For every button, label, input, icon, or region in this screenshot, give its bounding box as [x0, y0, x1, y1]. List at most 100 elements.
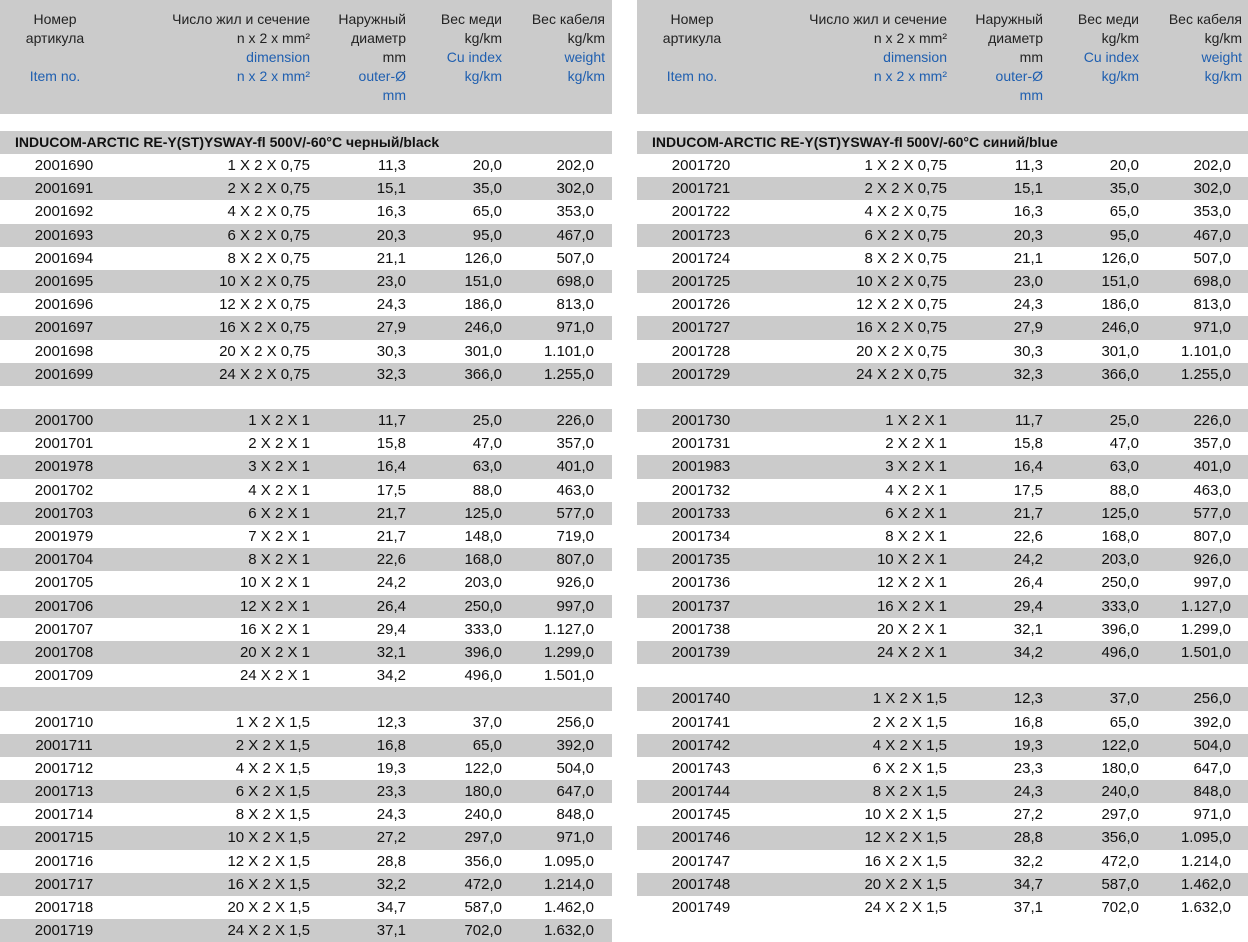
outer-diameter-cell: 27,9: [376, 319, 406, 337]
cu-index-cell: 35,0: [1109, 180, 1139, 198]
header-col1: Номер артикула Item no.: [637, 0, 747, 114]
item-number-cell: 2001731: [671, 435, 731, 453]
cable-weight-cell: 353,0: [1193, 203, 1231, 221]
item-number-cell: 2001702: [34, 481, 94, 499]
cable-weight-cell: 698,0: [1193, 272, 1231, 290]
header-label-en: kg/km: [567, 68, 605, 84]
cable-weight-cell: 353,0: [556, 203, 594, 221]
item-number-cell: 2001745: [671, 806, 731, 824]
table-row: 2001727 16 X 2 X 0,75 27,9 246,0 971,0: [637, 316, 1248, 340]
item-number-cell: 2001978: [34, 458, 94, 476]
cu-index-cell: 25,0: [1109, 412, 1139, 430]
header-label-en: kg/km: [1101, 68, 1139, 84]
outer-diameter-cell: 20,3: [376, 226, 406, 244]
table-row: 2001732 4 X 2 X 1 17,5 88,0 463,0: [637, 479, 1248, 502]
cu-index-cell: 65,0: [1109, 713, 1139, 731]
cu-index-cell: 88,0: [472, 481, 502, 499]
item-number-cell: 2001730: [671, 412, 731, 430]
cu-index-cell: 496,0: [464, 667, 502, 685]
cu-index-cell: 297,0: [1101, 806, 1139, 824]
spacer-row: [0, 386, 612, 409]
item-number-cell: 2001721: [671, 180, 731, 198]
outer-diameter-cell: 26,4: [376, 597, 406, 615]
cu-index-cell: 65,0: [472, 203, 502, 221]
table-row: 2001743 6 X 2 X 1,5 23,3 180,0 647,0: [637, 757, 1248, 780]
dimension-cell: 8 X 2 X 1,5: [235, 806, 310, 824]
cable-weight-cell: 698,0: [556, 272, 594, 290]
cable-weight-cell: 467,0: [1193, 226, 1231, 244]
cu-index-cell: 366,0: [1101, 365, 1139, 383]
item-number-cell: 2001711: [35, 736, 93, 754]
item-number-cell: 2001699: [34, 365, 94, 383]
cu-index-cell: 396,0: [464, 643, 502, 661]
cu-index-cell: 95,0: [1109, 226, 1139, 244]
dimension-cell: 6 X 2 X 1,5: [872, 759, 947, 777]
item-number-cell: 2001722: [671, 203, 731, 221]
table-row: 2001692 4 X 2 X 0,75 16,3 65,0 353,0: [0, 200, 612, 223]
table-row: 2001693 6 X 2 X 0,75 20,3 95,0 467,0: [0, 223, 612, 247]
cable-weight-cell: 1.127,0: [543, 620, 594, 638]
cu-index-cell: 297,0: [464, 829, 502, 847]
item-number-cell: 2001983: [671, 458, 731, 476]
cu-index-cell: 301,0: [464, 342, 502, 360]
item-number-cell: 2001695: [34, 272, 94, 290]
cable-weight-cell: 1.127,0: [1180, 597, 1231, 615]
cable-weight-cell: 226,0: [556, 412, 594, 430]
table-row: 2001746 12 X 2 X 1,5 28,8 356,0 1.095,0: [637, 826, 1248, 850]
outer-diameter-cell: 23,0: [1013, 272, 1043, 290]
header-label-en: Cu index: [446, 49, 502, 65]
table-row: 2001691 2 X 2 X 0,75 15,1 35,0 302,0: [0, 177, 612, 201]
header-label-ru: kg/km: [464, 30, 502, 46]
dimension-cell: 7 X 2 X 1: [248, 528, 310, 545]
dimension-cell: 16 X 2 X 1: [239, 620, 310, 638]
dimension-cell: 4 X 2 X 1,5: [872, 736, 947, 754]
cu-index-cell: 126,0: [464, 249, 502, 267]
outer-diameter-cell: 23,3: [376, 783, 406, 801]
dimension-cell: 4 X 2 X 1: [885, 481, 947, 499]
dimension-cell: 4 X 2 X 0,75: [227, 203, 310, 221]
cu-index-cell: 366,0: [464, 365, 502, 383]
outer-diameter-cell: 16,4: [1013, 458, 1043, 476]
dimension-cell: 3 X 2 X 1: [885, 458, 947, 476]
spacer-row: [637, 386, 1248, 409]
cable-weight-cell: 1.214,0: [543, 875, 594, 893]
header-label-ru: kg/km: [567, 30, 605, 46]
dimension-cell: 20 X 2 X 1,5: [864, 875, 947, 893]
header-label-en: Cu index: [1083, 49, 1139, 65]
item-number-cell: 2001690: [34, 157, 94, 174]
cable-weight-cell: 1.299,0: [1180, 620, 1231, 638]
header-label-en: outer-Ø: [995, 68, 1043, 84]
table-row: 2001716 12 X 2 X 1,5 28,8 356,0 1.095,0: [0, 850, 612, 873]
cable-weight-cell: 256,0: [1193, 690, 1231, 708]
item-number-cell: 2001747: [671, 852, 731, 870]
dimension-cell: 8 X 2 X 1: [248, 551, 310, 569]
outer-diameter-cell: 20,3: [1013, 226, 1043, 244]
outer-diameter-cell: 22,6: [1013, 528, 1043, 545]
outer-diameter-cell: 21,1: [376, 249, 406, 267]
table-row: 2001710 1 X 2 X 1,5 12,3 37,0 256,0: [0, 711, 612, 734]
outer-diameter-cell: 24,3: [376, 296, 406, 314]
header-label-ru: диаметр: [351, 30, 406, 46]
item-number-cell: 2001720: [671, 157, 731, 174]
header-label-ru: kg/km: [1204, 30, 1242, 46]
cable-weight-cell: 302,0: [556, 180, 594, 198]
cu-index-cell: 587,0: [1101, 875, 1139, 893]
item-number-cell: 2001714: [34, 806, 94, 824]
dimension-cell: 2 X 2 X 1,5: [235, 736, 310, 754]
table-row: 2001983 3 X 2 X 1 16,4 63,0 401,0: [637, 455, 1248, 479]
cable-weight-cell: 401,0: [1193, 458, 1231, 476]
outer-diameter-cell: 11,7: [377, 412, 406, 430]
header-label-en: kg/km: [1204, 68, 1242, 84]
dimension-cell: 16 X 2 X 1,5: [227, 875, 310, 893]
cu-index-cell: 25,0: [472, 412, 502, 430]
outer-diameter-cell: 32,3: [1013, 365, 1043, 383]
dimension-cell: 8 X 2 X 0,75: [227, 249, 310, 267]
header-label-ru: Номер: [33, 11, 77, 27]
outer-diameter-cell: 15,8: [1013, 435, 1043, 453]
item-number-cell: 2001725: [671, 272, 731, 290]
dimension-cell: 1 X 2 X 1: [248, 412, 310, 430]
item-number-cell: 2001709: [34, 667, 94, 685]
table-row: 2001729 24 X 2 X 0,75 32,3 366,0 1.255,0: [637, 362, 1248, 386]
dimension-cell: 24 X 2 X 1,5: [227, 922, 310, 940]
outer-diameter-cell: 27,2: [376, 829, 406, 847]
